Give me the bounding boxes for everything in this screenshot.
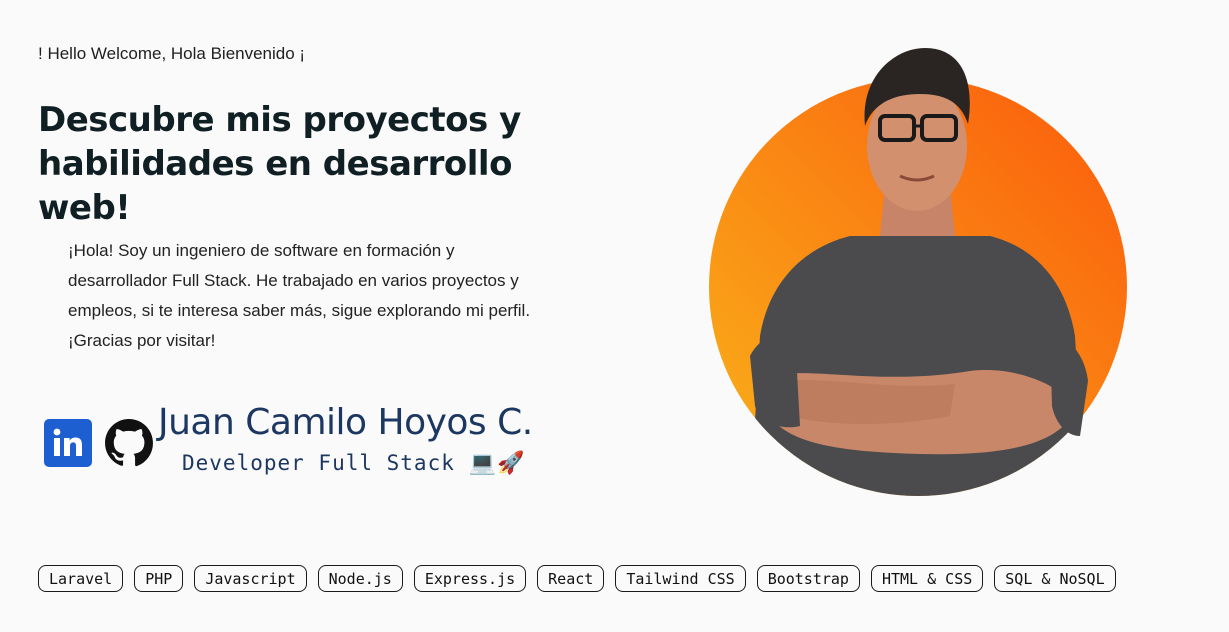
tag-sql-nosql[interactable]: SQL & NoSQL: [994, 565, 1116, 592]
role-text: Developer Full Stack: [182, 451, 455, 475]
tag-bootstrap[interactable]: Bootstrap: [756, 565, 860, 592]
tag-expressjs[interactable]: Express.js: [413, 565, 527, 592]
greeting-text: ! Hello Welcome, Hola Bienvenido ¡: [38, 44, 306, 63]
linkedin-icon[interactable]: [44, 419, 92, 467]
laptop-rocket-icon: 💻🚀: [468, 451, 526, 476]
tag-tailwind-css[interactable]: Tailwind CSS: [615, 565, 746, 592]
tag-laravel[interactable]: Laravel: [38, 565, 124, 592]
profile-photo: [709, 48, 1127, 496]
page-title: Descubre mis proyectos y habilidades en …: [38, 100, 521, 228]
skill-tags: Laravel PHP Javascript Node.js Express.j…: [38, 565, 1116, 592]
tag-html-css[interactable]: HTML & CSS: [870, 565, 984, 592]
tag-react[interactable]: React: [537, 565, 605, 592]
github-icon[interactable]: [104, 418, 154, 468]
social-links: [44, 418, 154, 468]
intro-paragraph: ¡Hola! Soy un ingeniero de software en f…: [68, 241, 531, 350]
tag-nodejs[interactable]: Node.js: [317, 565, 403, 592]
tag-php[interactable]: PHP: [134, 565, 184, 592]
profile-role: Developer Full Stack 💻🚀: [182, 451, 526, 476]
tag-javascript[interactable]: Javascript: [194, 565, 307, 592]
profile-name: Juan Camilo Hoyos C.: [158, 402, 533, 443]
